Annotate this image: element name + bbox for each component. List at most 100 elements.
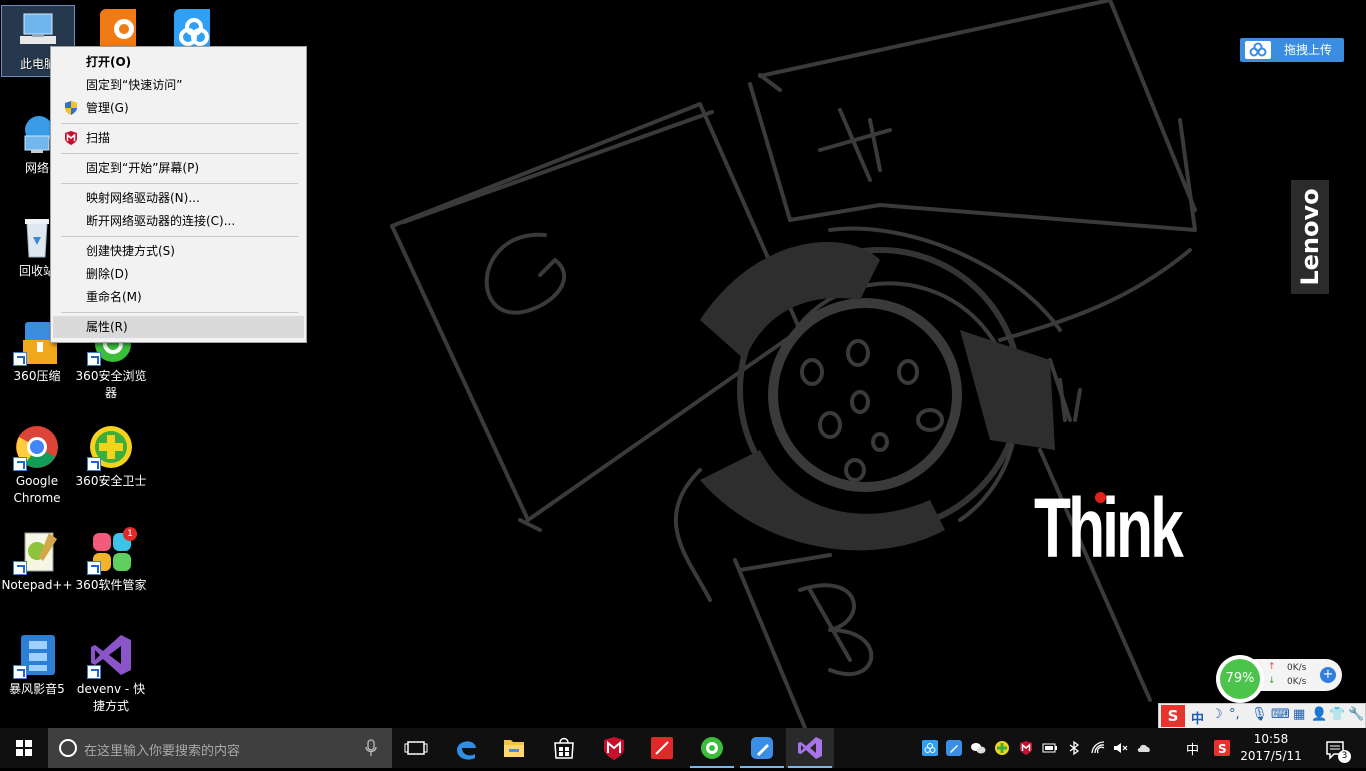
visual-studio-icon	[87, 631, 135, 679]
clock-date: 2017/5/11	[1240, 749, 1302, 763]
cortana-icon	[59, 739, 77, 757]
ime-toolbar: S 中 ☽ °, 🎙 ⌨ ▦ 👤 👕 🔧	[1158, 703, 1366, 729]
start-button[interactable]	[0, 728, 48, 768]
moon-icon[interactable]: ☽	[1211, 707, 1223, 722]
media-player-icon	[13, 631, 61, 679]
shortcut-arrow-icon	[13, 665, 27, 679]
shortcut-arrow-icon	[87, 665, 101, 679]
taskbar-blue-app[interactable]	[738, 728, 786, 768]
menu-item-manage[interactable]: 管理(G)	[53, 97, 304, 119]
uac-shield-icon	[63, 100, 79, 116]
microphone-icon[interactable]: 🎙	[1251, 707, 1268, 722]
menu-separator	[61, 183, 298, 184]
sogou-logo-icon[interactable]: S	[1161, 705, 1185, 727]
menu-item-pin-start[interactable]: 固定到“开始”屏幕(P)	[53, 157, 304, 179]
tray-360safe-icon[interactable]	[994, 740, 1010, 756]
menu-item-scan[interactable]: 扫描	[53, 127, 304, 149]
desktop-icon-chrome[interactable]: Google Chrome	[1, 423, 73, 507]
shortcut-arrow-icon	[13, 352, 27, 366]
network-speed-widget[interactable]: ↑ ↓ 0K/s 0K/s + 79%	[1216, 655, 1342, 703]
notepad-icon	[13, 527, 61, 575]
taskbar-clock[interactable]: 10:58 2017/5/11	[1236, 731, 1306, 765]
tray-mcafee-icon[interactable]	[1018, 740, 1034, 756]
notification-count: 3	[1338, 750, 1351, 763]
software-manager-icon: 1	[87, 527, 137, 575]
menu-separator	[61, 153, 298, 154]
context-menu: 打开(O) 固定到“快速访问” 管理(G) 扫描 固定到“开始”屏幕(P) 映射…	[50, 46, 307, 343]
clock-time: 10:58	[1253, 732, 1289, 746]
lenovo-text: Lenovo	[1296, 188, 1324, 286]
tray-volume-muted-icon[interactable]	[1112, 740, 1128, 756]
desktop-icon-label: Google Chrome	[13, 474, 61, 505]
taskbar-edge[interactable]	[442, 728, 490, 768]
menu-item-properties[interactable]: 属性(R)	[53, 316, 304, 338]
taskbar-mcafee[interactable]	[590, 728, 638, 768]
shortcut-arrow-icon	[87, 561, 101, 575]
ime-lang-toggle[interactable]: 中	[1191, 708, 1204, 727]
task-view-button[interactable]	[392, 728, 440, 768]
pen-app-icon	[751, 737, 773, 759]
shortcut-arrow-icon	[13, 561, 27, 575]
upload-arrow-icon: ↑	[1268, 662, 1276, 672]
action-center-button[interactable]: 3	[1318, 736, 1352, 763]
menu-item-disconnect-drive[interactable]: 断开网络驱动器的连接(C)...	[53, 210, 304, 232]
chrome-icon	[13, 423, 61, 471]
desktop-icon-label: 360安全卫士	[75, 474, 147, 488]
menu-item-pin-quick-access[interactable]: 固定到“快速访问”	[53, 74, 304, 96]
grid-icon[interactable]: ▦	[1293, 707, 1305, 722]
tray-wifi-icon[interactable]	[1090, 740, 1106, 756]
microphone-icon[interactable]	[364, 739, 378, 757]
tray-pen-icon[interactable]	[946, 740, 962, 756]
speed-boost-button[interactable]: +	[1320, 667, 1336, 683]
tray-bluetooth-icon[interactable]	[1066, 740, 1082, 756]
taskbar: 在这里输入你要搜索的内容 中 S 10:58 2017/5/11 3	[0, 728, 1366, 768]
menu-separator	[61, 123, 298, 124]
tray-sogou-icon[interactable]: S	[1214, 740, 1230, 756]
tray-battery-icon[interactable]	[1042, 740, 1058, 756]
tray-baidu-cloud-icon[interactable]	[922, 740, 938, 756]
shield-plus-icon	[87, 423, 135, 471]
taskbar-360browser[interactable]	[688, 728, 736, 768]
desktop-icon-label: devenv - 快捷方式	[76, 682, 146, 713]
cloud-icon	[1245, 41, 1271, 59]
shortcut-arrow-icon	[87, 457, 101, 471]
download-speed: 0K/s	[1287, 677, 1307, 687]
shortcut-arrow-icon	[13, 457, 27, 471]
drag-upload-button[interactable]: 拖拽上传	[1240, 38, 1344, 62]
taskbar-store[interactable]	[540, 728, 588, 768]
mcafee-icon	[63, 130, 79, 146]
taskbar-red-app[interactable]	[638, 728, 686, 768]
menu-item-create-shortcut[interactable]: 创建快捷方式(S)	[53, 240, 304, 262]
tray-ime-lang[interactable]: 中	[1186, 739, 1199, 758]
menu-item-delete[interactable]: 删除(D)	[53, 263, 304, 285]
taskbar-file-explorer[interactable]	[490, 728, 538, 768]
skin-icon[interactable]: 👕	[1329, 707, 1345, 722]
taskbar-visual-studio[interactable]	[786, 728, 834, 768]
edge-icon	[457, 741, 476, 760]
desktop-icon-360safe[interactable]: 360安全卫士	[75, 423, 147, 490]
desktop-icon-360softmgr[interactable]: 1 360软件管家	[75, 527, 147, 594]
user-icon[interactable]: 👤	[1311, 707, 1327, 722]
desktop-icon-devenv[interactable]: devenv - 快捷方式	[75, 631, 147, 715]
desktop-icon-notepadpp[interactable]: Notepad++	[1, 527, 73, 594]
wrench-icon[interactable]: 🔧	[1348, 707, 1364, 722]
desktop-icon-label: 360软件管家	[75, 578, 147, 592]
taskbar-search[interactable]: 在这里输入你要搜索的内容	[48, 728, 392, 768]
menu-item-map-drive[interactable]: 映射网络驱动器(N)...	[53, 187, 304, 209]
folder-icon	[504, 740, 524, 757]
svg-text:S: S	[1218, 742, 1227, 756]
tray-wechat-icon[interactable]	[970, 740, 986, 756]
red-app-icon	[651, 737, 673, 759]
menu-item-rename[interactable]: 重命名(M)	[53, 286, 304, 308]
tray-cloud-icon[interactable]	[1136, 740, 1152, 756]
desktop-icon-baofeng[interactable]: 暴风影音5	[1, 631, 73, 698]
menu-item-open[interactable]: 打开(O)	[53, 51, 304, 73]
visual-studio-icon	[798, 737, 822, 759]
store-icon	[554, 737, 574, 759]
punctuation-icon[interactable]: °,	[1229, 707, 1240, 722]
keyboard-icon[interactable]: ⌨	[1271, 707, 1290, 722]
think-logo: Think	[1034, 481, 1184, 575]
search-placeholder: 在这里输入你要搜索的内容	[84, 744, 241, 759]
memory-usage-ball[interactable]: 79%	[1216, 655, 1264, 703]
mcafee-icon	[604, 737, 624, 760]
